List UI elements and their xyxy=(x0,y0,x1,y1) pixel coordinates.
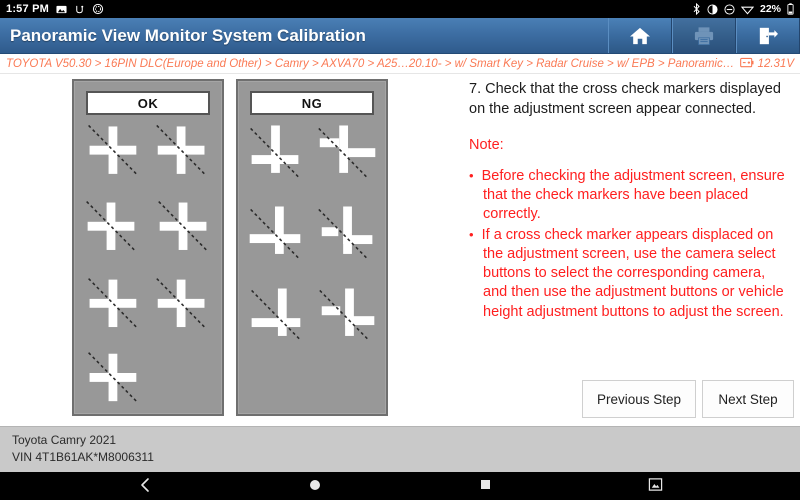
back-icon xyxy=(138,477,152,498)
print-button[interactable] xyxy=(672,18,736,53)
contrast-icon xyxy=(707,3,718,15)
voltage-indicator: 12.31V xyxy=(739,57,794,71)
mute-icon xyxy=(724,3,735,15)
breadcrumb-path: TOYOTA V50.30 > 16PIN DLC(Europe and Oth… xyxy=(6,57,736,70)
screenshot-icon xyxy=(648,477,663,497)
ng-marker xyxy=(318,125,376,179)
battery-percent: 22% xyxy=(759,3,781,15)
recents-square-icon xyxy=(479,478,492,496)
vehicle-info-footer: Toyota Camry 2021 VIN 4T1B61AK*M8006311 xyxy=(0,426,800,472)
voltage-value: 12.31V xyxy=(757,57,794,70)
note-item-text: Before checking the adjustment screen, e… xyxy=(481,167,785,223)
do-not-disturb-icon xyxy=(92,3,104,15)
instruction-pane: 7. Check that the cross check markers di… xyxy=(460,74,800,426)
home-button[interactable] xyxy=(608,18,672,53)
battery-icon xyxy=(739,57,754,71)
ng-marker xyxy=(251,288,301,341)
status-bar-right: 22% xyxy=(692,3,794,15)
battery-icon xyxy=(787,3,794,15)
exit-button[interactable] xyxy=(736,18,800,53)
printer-icon xyxy=(693,26,715,46)
note-item: • If a cross check marker appears displa… xyxy=(469,226,792,322)
note-item: • Before checking the adjustment screen,… xyxy=(469,167,792,225)
instruction-text: 7. Check that the cross check markers di… xyxy=(469,81,781,117)
note-item-text: If a cross check marker appears displace… xyxy=(481,226,784,320)
previous-step-button[interactable]: Previous Step xyxy=(581,380,696,418)
exit-icon xyxy=(757,26,779,46)
next-step-button[interactable]: Next Step xyxy=(702,380,794,418)
home-icon xyxy=(629,26,651,46)
nav-recents-button[interactable] xyxy=(465,472,505,500)
diagram-pane: OK NG xyxy=(0,74,460,426)
main-content: OK NG 7. Check that the cross check mark… xyxy=(0,74,800,426)
usb-debug-icon xyxy=(74,4,85,15)
note-list: • Before checking the adjustment screen,… xyxy=(469,167,792,322)
screenshot-icon xyxy=(56,4,67,15)
vehicle-name: Toyota Camry 2021 xyxy=(12,433,117,447)
ng-marker xyxy=(250,125,300,179)
ng-panel: NG xyxy=(236,79,388,416)
marker-panels: OK NG xyxy=(72,79,388,416)
ok-cross-markers xyxy=(74,81,222,414)
android-status-bar: 1:57 PM 22% xyxy=(0,0,800,18)
vehicle-vin: VIN 4T1B61AK*M8006311 xyxy=(12,450,154,465)
app-title-bar: Panoramic View Monitor System Calibratio… xyxy=(0,18,800,54)
note-title: Note: xyxy=(469,137,504,154)
status-bar-left: 1:57 PM xyxy=(6,3,104,15)
bullet-icon: • xyxy=(469,226,474,242)
step-navigation: Previous Step Next Step xyxy=(581,380,794,418)
ng-marker xyxy=(319,288,375,341)
ng-cross-markers xyxy=(238,81,386,414)
ng-marker xyxy=(249,206,301,260)
ng-marker xyxy=(318,206,373,260)
wifi-icon xyxy=(740,4,754,15)
ok-panel: OK xyxy=(72,79,224,416)
nav-screenshot-button[interactable] xyxy=(635,472,675,500)
home-circle-icon xyxy=(308,478,322,497)
status-clock: 1:57 PM xyxy=(6,3,49,15)
page-title: Panoramic View Monitor System Calibratio… xyxy=(10,25,366,45)
bluetooth-icon xyxy=(692,3,701,15)
nav-home-button[interactable] xyxy=(295,472,335,500)
bullet-icon: • xyxy=(469,167,474,183)
title-bar-actions xyxy=(608,18,800,53)
breadcrumb: TOYOTA V50.30 > 16PIN DLC(Europe and Oth… xyxy=(0,54,800,74)
android-nav-bar xyxy=(0,472,800,500)
nav-back-button[interactable] xyxy=(125,472,165,500)
